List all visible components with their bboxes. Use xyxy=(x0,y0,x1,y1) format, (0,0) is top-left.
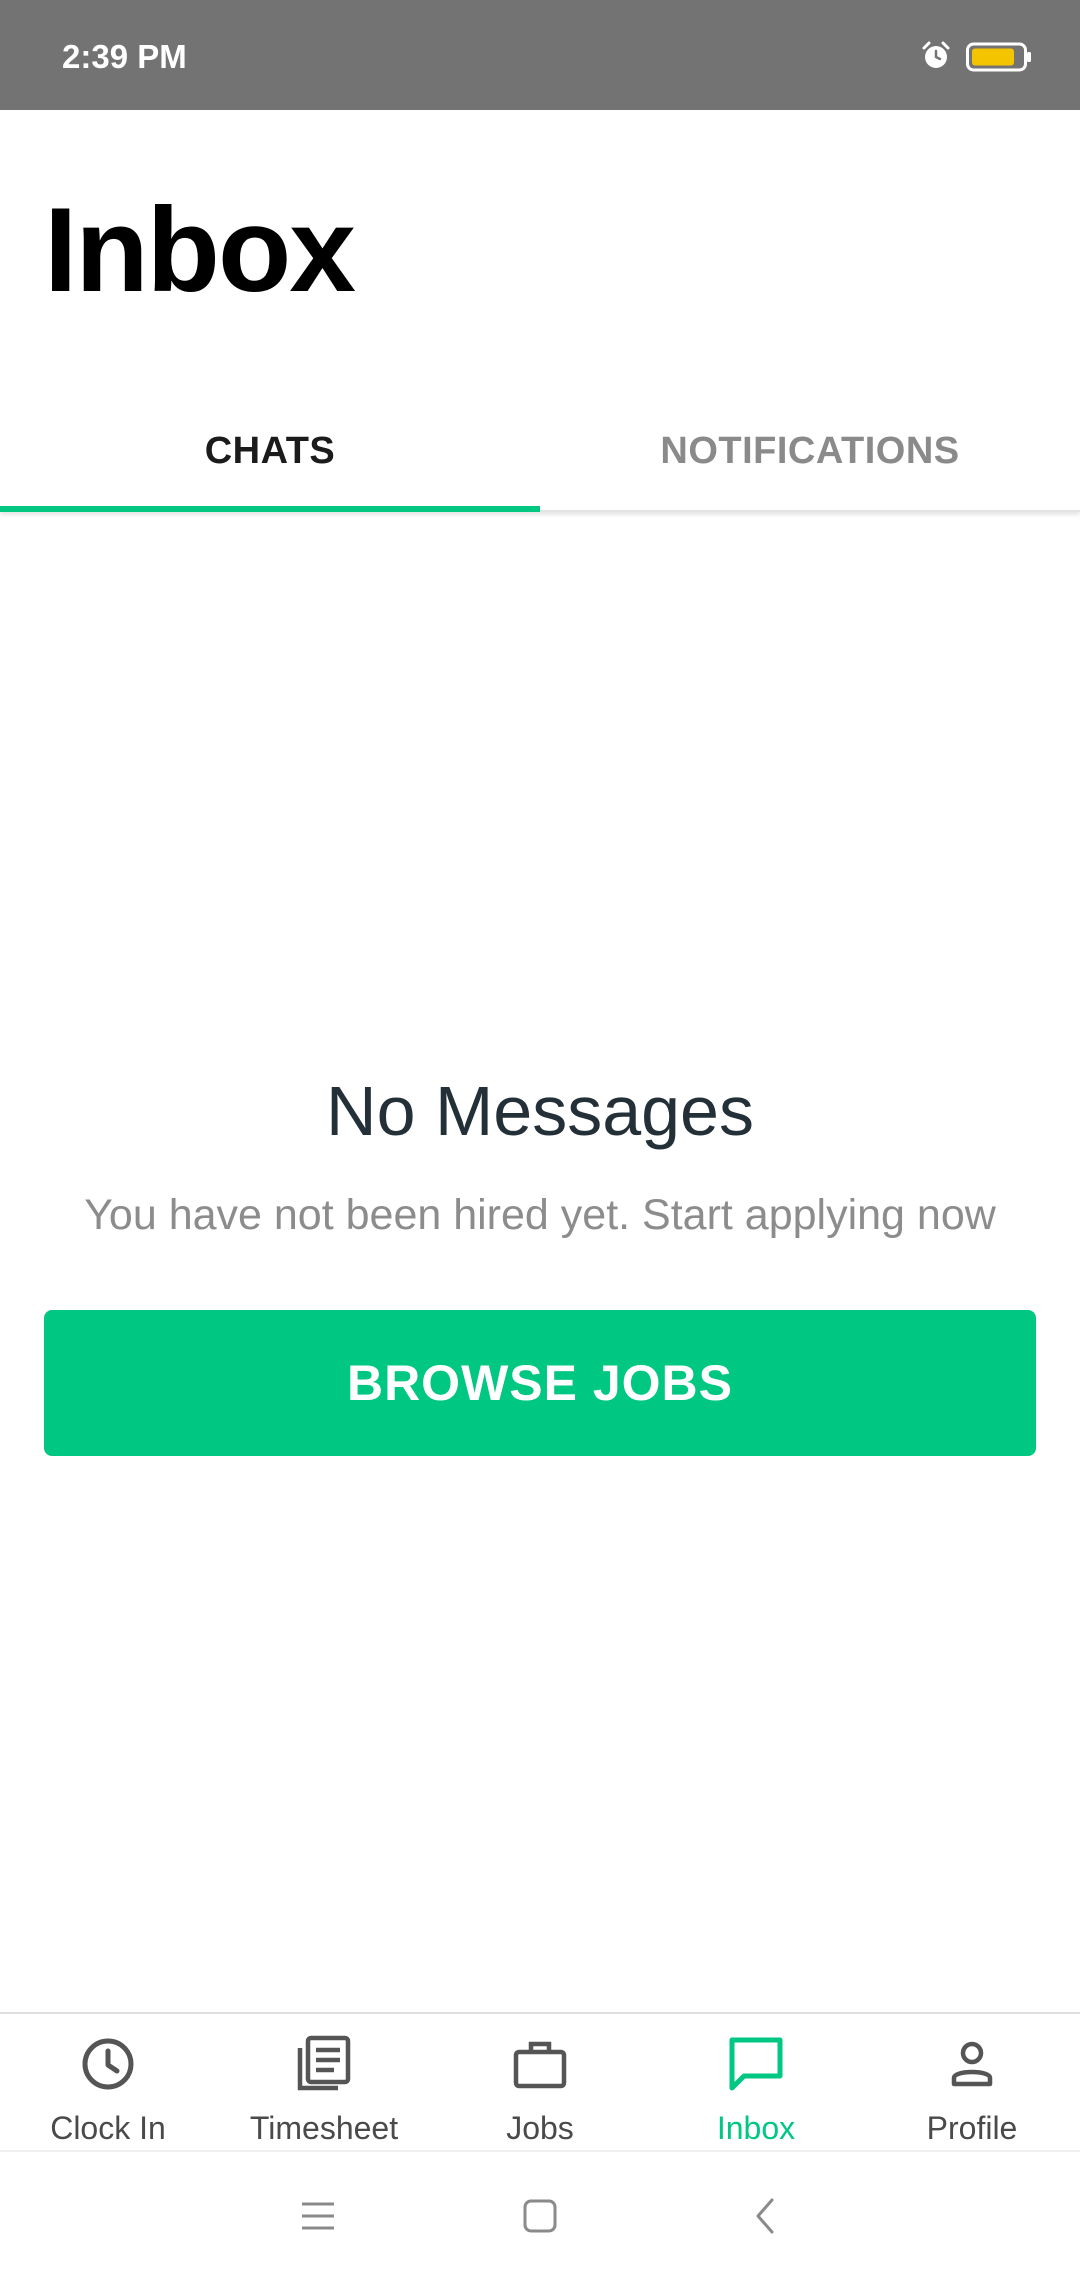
back-icon[interactable] xyxy=(744,2194,788,2238)
nav-label-profile: Profile xyxy=(926,2110,1018,2146)
menu-icon[interactable] xyxy=(296,2194,340,2238)
system-navigation-bar xyxy=(0,2150,1080,2282)
nav-label-inbox: Inbox xyxy=(716,2110,796,2146)
tab-notifications[interactable]: NOTIFICATIONS xyxy=(540,392,1080,510)
inbox-tabs: CHATS NOTIFICATIONS xyxy=(0,392,1080,512)
empty-state-subtitle: You have not been hired yet. Start apply… xyxy=(84,1191,996,1239)
nav-item-inbox[interactable]: Inbox xyxy=(648,2014,864,2152)
bottom-navigation: Clock In Timesheet Jobs Inbox Profile xyxy=(0,2012,1080,2152)
browse-jobs-button[interactable]: BROWSE JOBS xyxy=(44,1310,1036,1456)
status-bar: 2:39 PM xyxy=(0,0,1080,110)
home-square-icon[interactable] xyxy=(518,2194,562,2238)
timesheet-icon xyxy=(297,2035,351,2091)
nav-label-timesheet: Timesheet xyxy=(249,2110,399,2146)
tab-selected-indicator xyxy=(0,506,540,512)
nav-item-jobs[interactable]: Jobs xyxy=(432,2014,648,2152)
tab-chats[interactable]: CHATS xyxy=(0,392,540,510)
clock-icon xyxy=(82,2038,134,2090)
tab-chats-label: CHATS xyxy=(204,429,336,472)
status-time: 2:39 PM xyxy=(62,38,187,75)
briefcase-icon xyxy=(513,2041,567,2089)
empty-state-title: No Messages xyxy=(326,1072,754,1150)
nav-item-timesheet[interactable]: Timesheet xyxy=(216,2014,432,2152)
person-icon xyxy=(951,2041,993,2087)
page-title: Inbox xyxy=(44,183,356,317)
nav-item-profile[interactable]: Profile xyxy=(864,2014,1080,2152)
nav-label-clock-in: Clock In xyxy=(50,2110,166,2146)
nav-item-clock-in[interactable]: Clock In xyxy=(0,2014,216,2152)
battery-icon xyxy=(966,42,1031,72)
tab-notifications-label: NOTIFICATIONS xyxy=(660,429,960,472)
nav-label-jobs: Jobs xyxy=(506,2110,574,2146)
alarm-icon xyxy=(922,41,950,68)
chat-icon xyxy=(729,2037,783,2091)
